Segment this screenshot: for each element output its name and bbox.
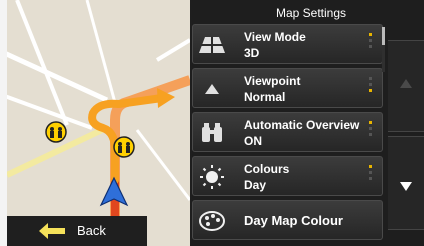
colours-value: Day	[244, 178, 267, 192]
settings-panel: Map Settings View Mode 3D Viewpoint Norm…	[190, 0, 388, 246]
value-indicator	[369, 121, 373, 145]
school-zone-icon	[45, 121, 67, 143]
automatic-overview-label: Automatic Overview	[244, 118, 360, 132]
viewpoint-icon	[197, 75, 227, 103]
view-mode-item[interactable]: View Mode 3D	[192, 24, 383, 64]
colours-item[interactable]: Colours Day	[192, 156, 383, 196]
view-mode-3d-icon	[197, 31, 227, 59]
value-indicator	[369, 77, 373, 101]
value-indicator	[369, 165, 373, 189]
automatic-overview-item[interactable]: Automatic Overview ON	[192, 112, 383, 152]
viewpoint-label: Viewpoint	[244, 74, 301, 88]
viewpoint-value: Normal	[244, 90, 286, 104]
colours-label: Colours	[244, 162, 290, 176]
palette-icon	[197, 207, 227, 235]
view-mode-label: View Mode	[244, 30, 306, 44]
triangle-up-icon	[400, 79, 412, 88]
navigation-screen: Back Map Settings View Mode 3D Viewpoint…	[0, 0, 424, 246]
back-arrow-icon	[39, 223, 65, 239]
back-label: Back	[77, 223, 106, 238]
sun-icon	[197, 163, 227, 191]
scroll-thumb[interactable]	[382, 27, 385, 45]
panel-title: Map Settings	[275, 6, 347, 20]
triangle-down-icon	[400, 182, 412, 191]
automatic-overview-value: ON	[244, 134, 262, 148]
scrollbar	[382, 0, 424, 246]
scroll-up-button[interactable]	[388, 40, 424, 132]
day-map-colour-item[interactable]: Day Map Colour	[192, 200, 383, 240]
map-canvas	[7, 0, 190, 246]
scroll-down-button[interactable]	[388, 136, 424, 230]
binoculars-icon	[197, 119, 227, 147]
viewpoint-item[interactable]: Viewpoint Normal	[192, 68, 383, 108]
back-button[interactable]: Back	[7, 216, 147, 246]
value-indicator	[369, 33, 373, 57]
map-view[interactable]	[7, 0, 190, 246]
view-mode-value: 3D	[244, 46, 260, 60]
day-map-colour-label: Day Map Colour	[244, 213, 343, 228]
school-zone-icon	[113, 136, 135, 158]
